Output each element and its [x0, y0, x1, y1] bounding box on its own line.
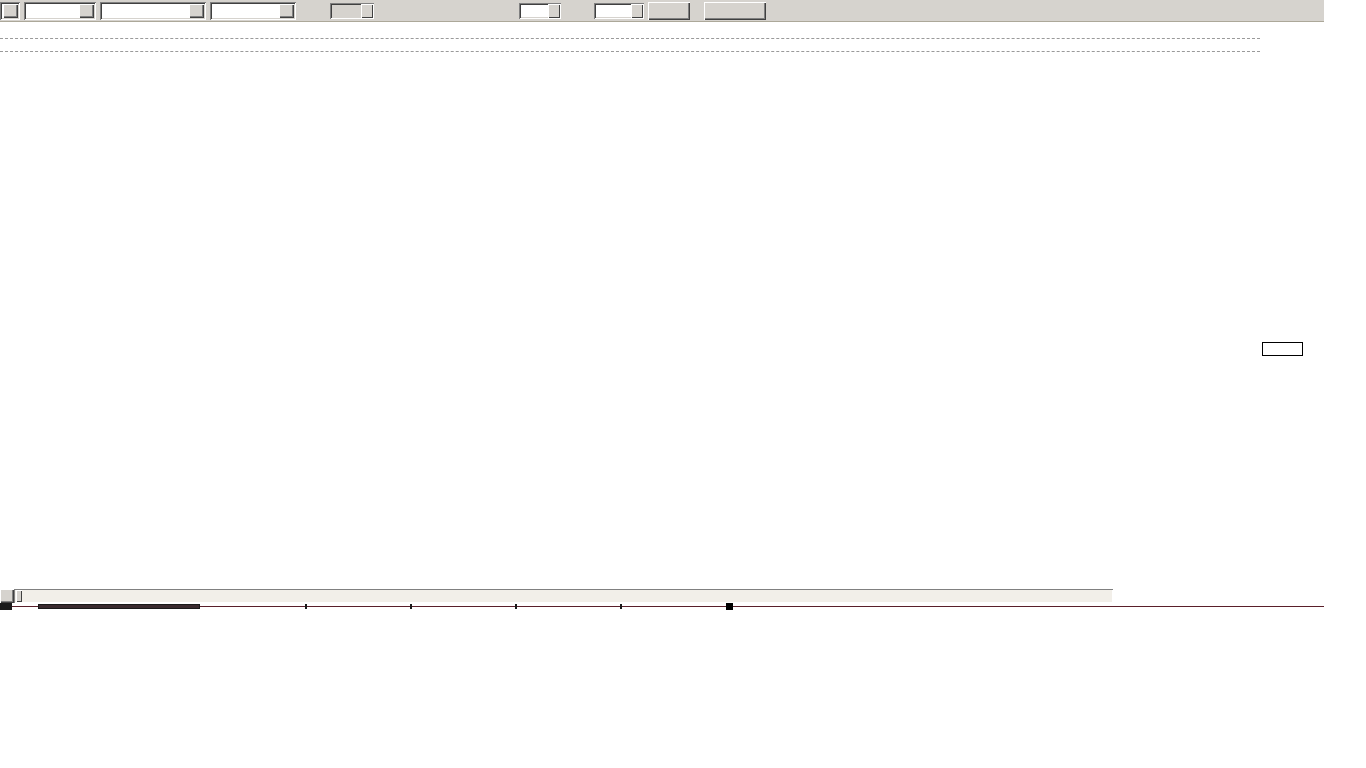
apply-button[interactable]: [648, 2, 690, 20]
spinner-icon[interactable]: [548, 4, 560, 18]
minute-spinner[interactable]: [519, 3, 561, 19]
chart-application-window: [0, 0, 1324, 614]
spinner-icon[interactable]: [361, 4, 373, 18]
multi-symbol-button[interactable]: [704, 2, 766, 20]
symbol-select[interactable]: [100, 2, 206, 20]
dropdown-arrow-icon[interactable]: [79, 4, 94, 18]
legend-row-1: [0, 26, 1260, 39]
dropdown-arrow-icon[interactable]: [189, 4, 204, 18]
bar-count-spinner[interactable]: [594, 3, 644, 19]
spinner-icon[interactable]: [631, 4, 643, 18]
toolbar: [0, 0, 1324, 22]
chart-canvas[interactable]: [0, 22, 1324, 612]
volume-multiplier-badge: [1262, 342, 1303, 356]
market-select[interactable]: [24, 2, 96, 20]
symbol-type-combo-stub[interactable]: [0, 2, 20, 20]
contract-month-select[interactable]: [210, 2, 296, 20]
dropdown-arrow-icon[interactable]: [279, 4, 294, 18]
chart-area[interactable]: [0, 22, 1324, 612]
interval-spinner[interactable]: [330, 3, 374, 19]
legend-row-2: [0, 39, 1260, 52]
dropdown-arrow-icon[interactable]: [3, 4, 18, 18]
